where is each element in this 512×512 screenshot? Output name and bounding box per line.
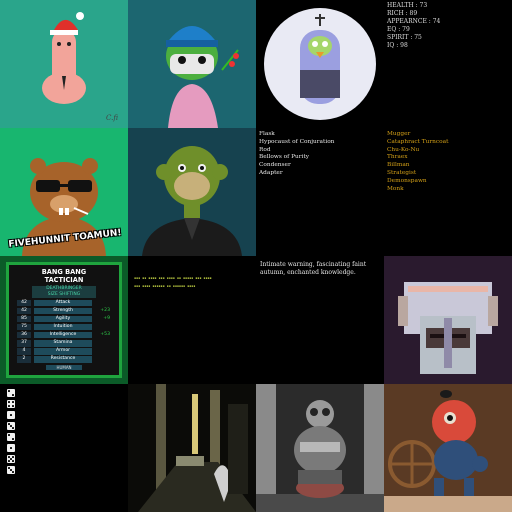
card-stat-row: 75 Intuition xyxy=(17,323,119,331)
nft-grid: C.fi HEALTH : 73 RICH: 89 APPEARNCE: 7… xyxy=(0,0,512,512)
die-icon xyxy=(7,400,15,408)
stat-label: Armor xyxy=(34,348,92,355)
items-list: Flask Hypocaust of Conjuration Rod Bello… xyxy=(259,131,334,178)
tile-classes[interactable]: Mugger Cataphract Turncoat Chu-Ko-Nu Thr… xyxy=(384,128,512,256)
stat-value: 85 xyxy=(17,315,31,323)
die-icon xyxy=(7,389,15,397)
tile-beaver[interactable]: FIVEHUNNIT TOAMUN! xyxy=(0,128,128,256)
stat-label: Agility xyxy=(34,315,92,323)
stat-label: Strength xyxy=(34,307,92,315)
class-line: Chu-Ko-Nu xyxy=(387,146,420,153)
tile-dice[interactable] xyxy=(0,384,128,512)
stat-value: 2 xyxy=(17,356,31,363)
classes-list: Mugger Cataphract Turncoat Chu-Ko-Nu Thr… xyxy=(387,131,448,193)
stat-line: IQ : 98 xyxy=(387,42,408,50)
tile-pixel-helmet[interactable] xyxy=(384,256,512,384)
stat-value: 36 xyxy=(17,331,31,339)
class-line: Thraex xyxy=(387,154,408,161)
santa-character-art xyxy=(0,0,128,128)
die-icon xyxy=(7,444,15,452)
card-stat-row: 37 Stamina xyxy=(17,339,119,347)
card-race: HUMAN xyxy=(46,364,82,371)
item-line: Flask xyxy=(259,131,275,137)
ape-art xyxy=(128,128,256,256)
dice-column xyxy=(7,389,15,474)
dark-hall-art xyxy=(128,384,256,512)
class-line: Monk xyxy=(387,185,404,192)
stats-list: HEALTH : 73 RICH : 89 APPEARNCE : 74 EQ … xyxy=(387,2,440,51)
stat-value: 42 xyxy=(17,299,31,307)
class-line: Strategist xyxy=(387,169,417,176)
stat-label: Stamina xyxy=(34,339,92,347)
tiny-text-line: ▪▪▪ ▪▪▪▪ ▪▪▪▪▪▪ ▪▪ ▪▪▪▪▪▪ ▪▪▪▪ xyxy=(134,284,196,288)
stat-value: 4 xyxy=(17,348,31,355)
stat-label: Resistance xyxy=(34,356,92,363)
tile-items[interactable]: Flask Hypocaust of Conjuration Rod Bello… xyxy=(256,128,384,256)
stat-label: Intelligence xyxy=(34,331,92,339)
stat-bonus: +9 xyxy=(103,315,110,321)
card-stat-row: 4 Armor xyxy=(17,348,119,355)
stat-label: Intuition xyxy=(34,323,92,331)
tile-ape[interactable] xyxy=(128,128,256,256)
stat-bonus: +23 xyxy=(100,307,110,313)
stat-line: EQ : 79 xyxy=(387,26,410,34)
card-stat-row: 42 Strength +23 xyxy=(17,307,119,315)
class-line: Billman xyxy=(387,162,410,169)
class-line: Cataphract Turncoat xyxy=(387,138,449,145)
class-line: Mugger xyxy=(387,131,411,137)
artist-signature: C.fi xyxy=(105,114,118,122)
die-icon xyxy=(7,422,15,430)
character-card: BANG BANG TACTICIAN DEATHBRINGER SIZE SH… xyxy=(6,262,122,378)
card-stat-row: 42 Attack xyxy=(17,299,119,307)
tile-metal-robot[interactable] xyxy=(256,384,384,512)
stat-line: RICH : 89 xyxy=(387,10,418,18)
die-icon xyxy=(7,411,15,419)
die-icon xyxy=(7,433,15,441)
tiny-text-line: ▪▪▪ ▪▪ ▪▪▪▪ ▪▪▪ ▪▪▪▪ ▪▪ ▪▪▪▪▪ ▪▪▪ ▪▪▪▪ xyxy=(134,276,212,280)
tile-tiny-text[interactable]: ▪▪▪ ▪▪ ▪▪▪▪ ▪▪▪ ▪▪▪▪ ▪▪ ▪▪▪▪▪ ▪▪▪ ▪▪▪▪ ▪… xyxy=(128,256,256,384)
card-stat-row: 85 Agility +9 xyxy=(17,315,119,323)
class-line: Demonspawn xyxy=(387,177,427,184)
card-subtitle: SIZE SHIFTING xyxy=(32,292,96,298)
masked-frog-art xyxy=(128,0,256,128)
stat-line: APPEARNCE : 74 xyxy=(387,18,441,26)
stat-value: 75 xyxy=(17,323,31,331)
tile-sailor-doll[interactable] xyxy=(384,384,512,512)
item-line: Condenser xyxy=(259,162,291,169)
card-stat-row: 36 Intelligence +53 xyxy=(17,331,119,339)
sailor-doll-art xyxy=(384,384,512,512)
die-icon xyxy=(7,466,15,474)
card-title: BANG BANG TACTICIAN xyxy=(9,268,119,284)
item-line: Rod xyxy=(259,146,271,153)
circle-creature-art xyxy=(264,8,376,120)
pixel-helmet-art xyxy=(384,256,512,384)
stat-line: SPIRIT : 75 xyxy=(387,34,422,42)
stat-value: 37 xyxy=(17,339,31,347)
metal-robot-art xyxy=(256,384,384,512)
tile-character-card[interactable]: BANG BANG TACTICIAN DEATHBRINGER SIZE SH… xyxy=(0,256,128,384)
item-line: Adapter xyxy=(259,169,283,176)
die-icon xyxy=(7,455,15,463)
card-stat-row: 2 Resistance xyxy=(17,356,119,363)
tile-santa-character[interactable]: C.fi xyxy=(0,0,128,128)
stat-value: 42 xyxy=(17,307,31,315)
stat-line: HEALTH : 73 xyxy=(387,2,428,9)
tile-flavor[interactable]: Intimate warning, fascinating faint autu… xyxy=(256,256,384,384)
stat-label: Attack xyxy=(34,299,92,307)
tile-circle-creature[interactable] xyxy=(256,0,384,128)
tile-masked-frog[interactable] xyxy=(128,0,256,128)
item-line: Hypocaust of Conjuration xyxy=(259,138,335,145)
card-title-line: TACTICIAN xyxy=(44,275,84,284)
flavor-text: Intimate warning, fascinating faint autu… xyxy=(260,261,367,276)
item-line: Bellows of Purity xyxy=(259,154,310,161)
stat-bonus: +53 xyxy=(100,331,110,337)
tile-dark-hall[interactable] xyxy=(128,384,256,512)
tile-stats[interactable]: HEALTH : 73 RICH : 89 APPEARNCE : 74 EQ … xyxy=(384,0,512,128)
